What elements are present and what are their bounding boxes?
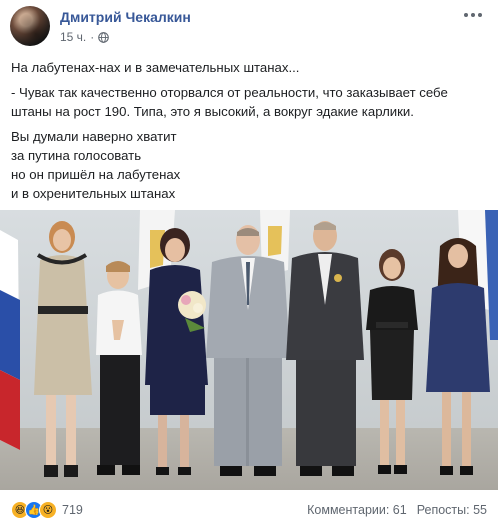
author-avatar[interactable] <box>10 6 50 46</box>
reactions-count: 719 <box>62 503 83 517</box>
post-timestamp[interactable]: 15 ч. <box>60 30 86 44</box>
poem-line: и в охренительных штанах <box>11 186 176 201</box>
poem-line: за путина голосовать <box>11 148 142 163</box>
post-text-line1: На лабутенах-нах и в замечательных штана… <box>11 60 300 75</box>
poem-line: Вы думали наверно хватит <box>11 129 177 144</box>
more-options-icon[interactable] <box>462 8 484 22</box>
post-header: Дмитрий Чекалкин 15 ч. · <box>8 6 490 50</box>
person-man-dark-suit <box>286 221 364 476</box>
author-name-link[interactable]: Дмитрий Чекалкин <box>60 9 191 25</box>
post-photo[interactable] <box>0 210 498 490</box>
post-text: На лабутенах-нах и в замечательных штана… <box>11 58 491 203</box>
poem-line: но он пришёл на лабутенах <box>11 167 181 182</box>
shares-count-link[interactable]: Репосты: 55 <box>417 503 487 517</box>
engagement-counts: Комментарии: 61 Репосты: 55 <box>307 503 487 517</box>
reactions-summary[interactable]: 😆 👍 😮 719 <box>11 501 83 519</box>
meta-separator: · <box>90 30 95 44</box>
wow-icon: 😮 <box>39 501 57 519</box>
flag-left <box>0 230 20 450</box>
group-photo <box>0 210 498 490</box>
facebook-post: Дмитрий Чекалкин 15 ч. · На лабутенах-на… <box>0 0 498 531</box>
post-footer: 😆 👍 😮 719 Комментарии: 61 Репосты: 55 <box>0 490 498 531</box>
post-text-line2: - Чувак так качественно оторвался от реа… <box>11 85 448 119</box>
post-meta: 15 ч. · <box>60 30 110 44</box>
globe-icon[interactable] <box>98 31 110 43</box>
comments-count-link[interactable]: Комментарии: 61 <box>307 503 407 517</box>
person-man-grey-suit <box>206 225 290 476</box>
